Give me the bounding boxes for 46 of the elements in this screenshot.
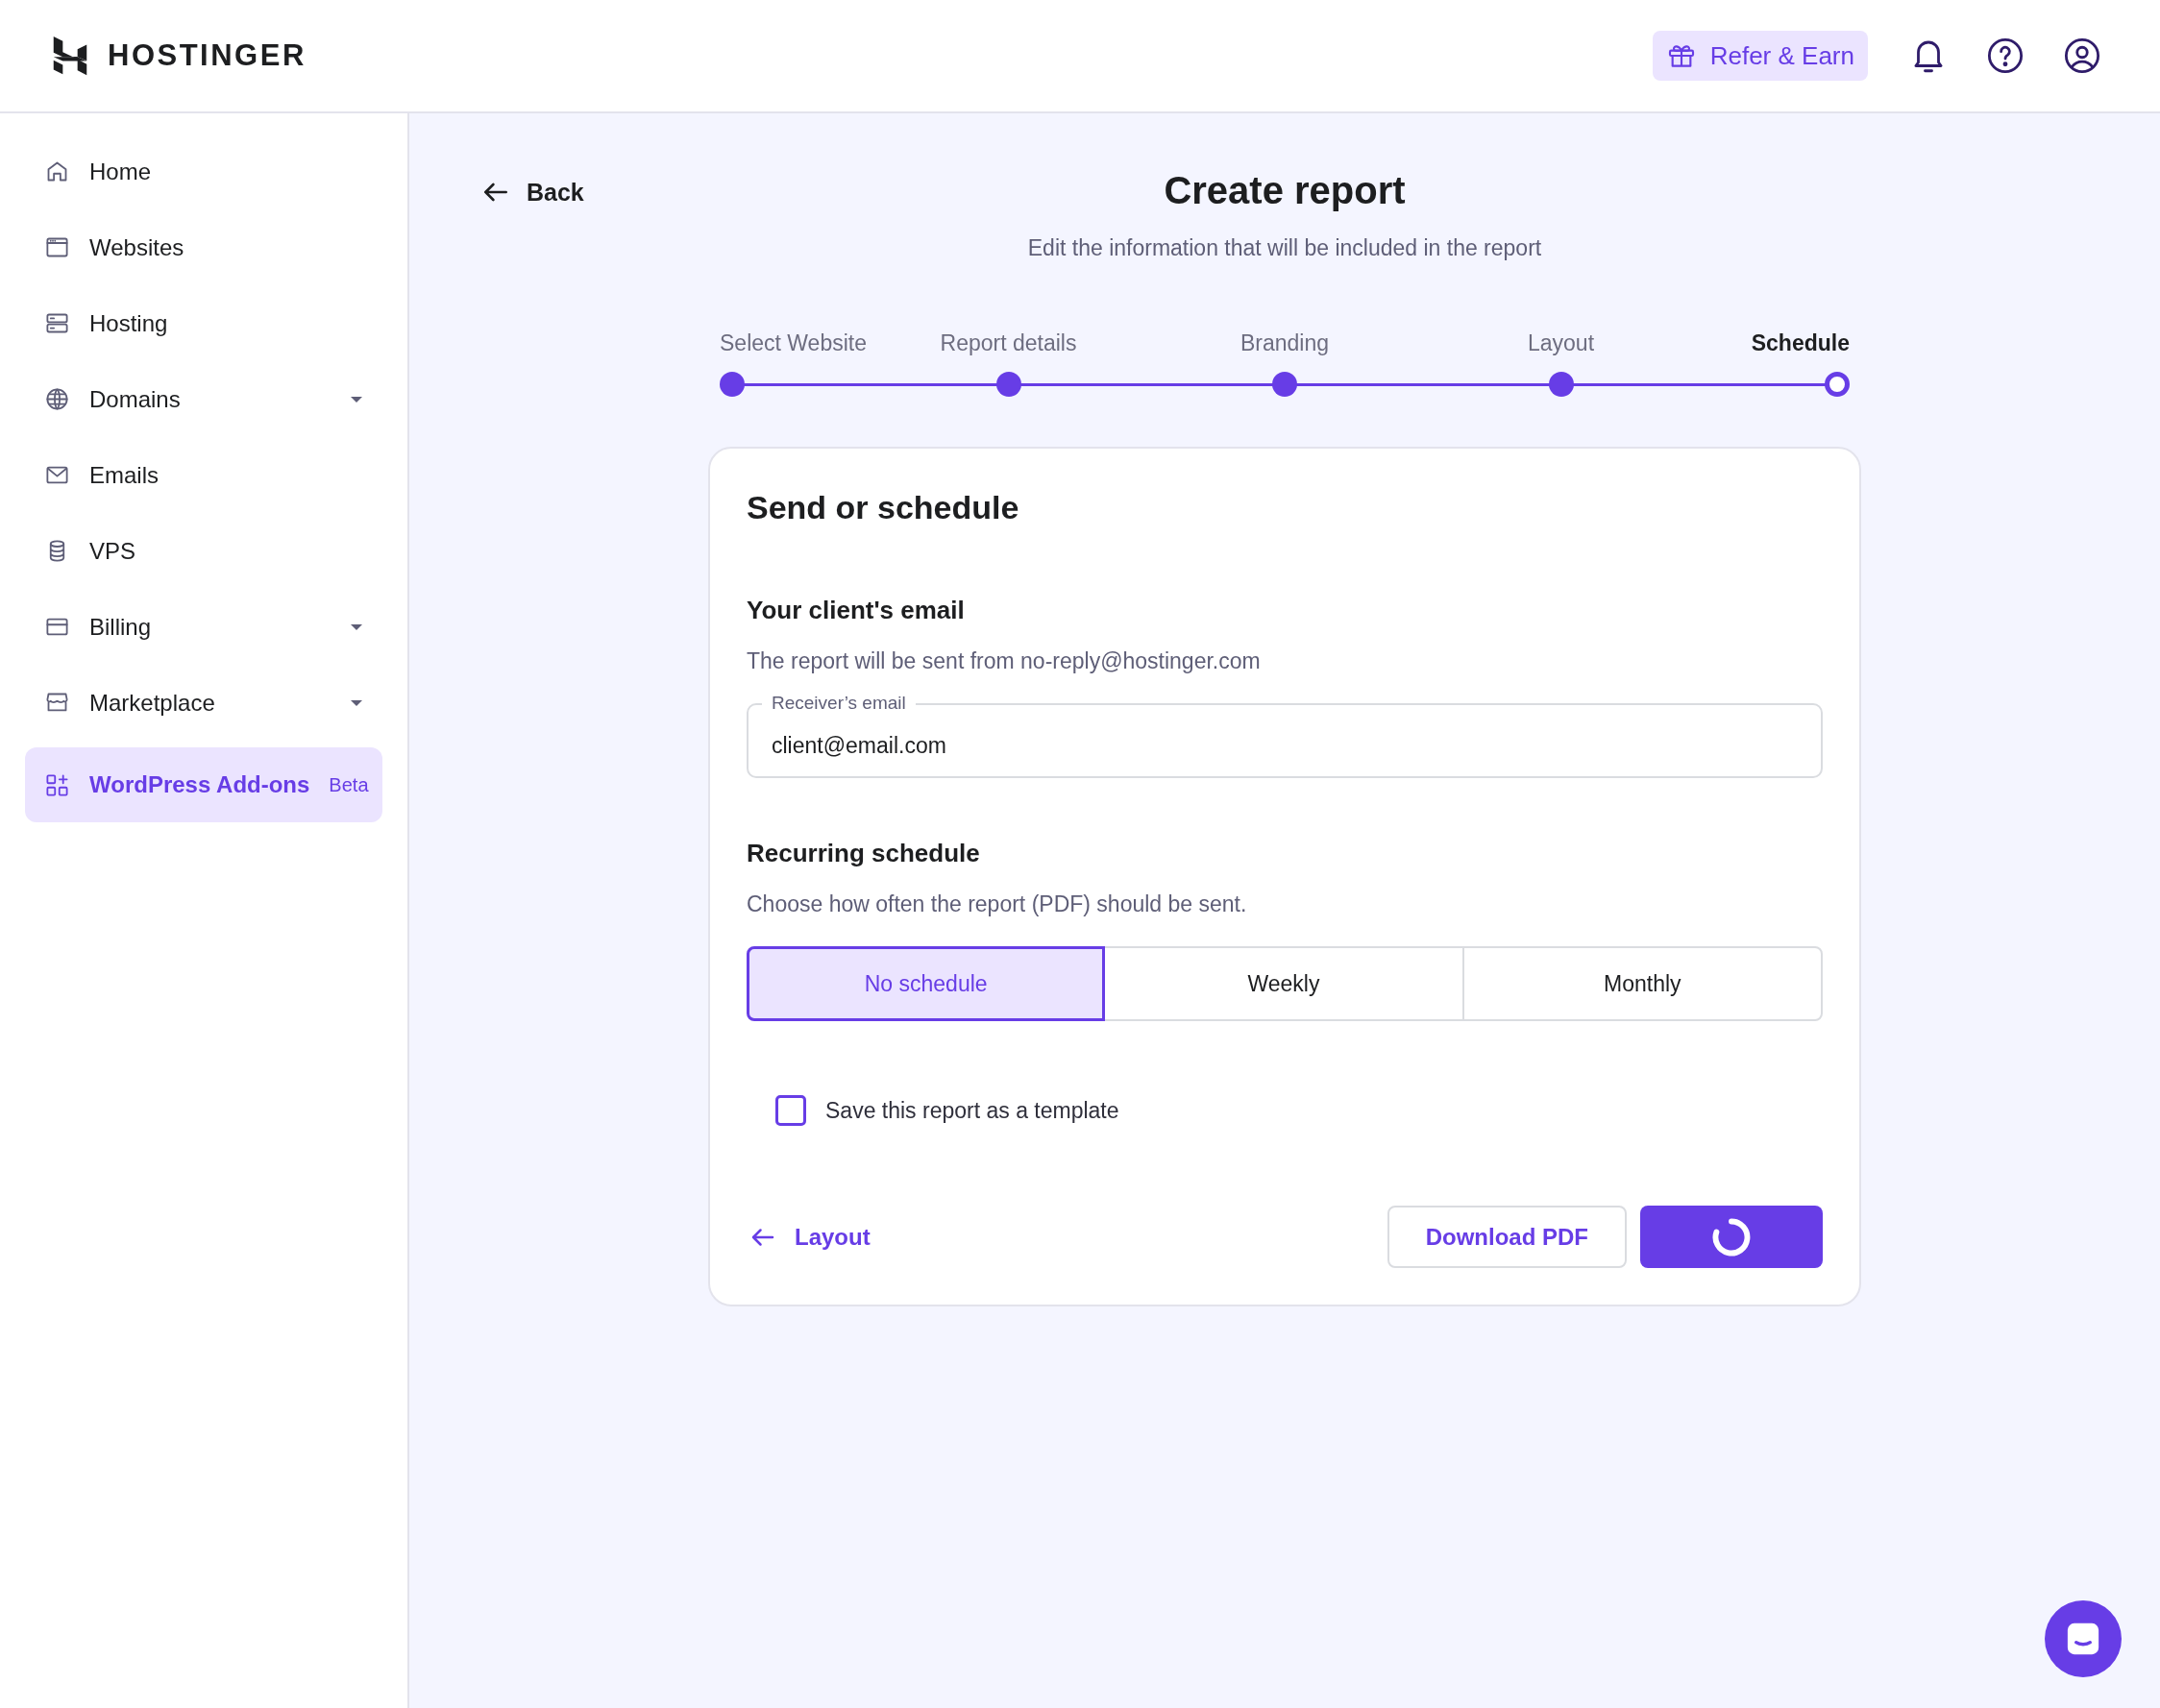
- sidebar-item[interactable]: Domains: [25, 368, 382, 430]
- beta-label: Beta: [329, 773, 369, 796]
- sidebar-item-label: Hosting: [89, 309, 168, 336]
- sidebar-item[interactable]: Marketplace: [25, 671, 382, 734]
- sidebar-item[interactable]: Emails: [25, 444, 382, 506]
- sidebar-item-label: Domains: [89, 385, 181, 412]
- download-pdf-button[interactable]: Download PDF: [1387, 1206, 1627, 1268]
- sidebar-item-label: Websites: [89, 233, 184, 260]
- send-button[interactable]: [1640, 1206, 1823, 1268]
- step-label: Report details: [940, 330, 1077, 356]
- sidebar-item[interactable]: Billing: [25, 596, 382, 658]
- section-description: The report will be sent from no-reply@hostinger.com: [747, 648, 1262, 674]
- schedule-option[interactable]: No schedule: [747, 946, 1106, 1021]
- sidebar-item-label: Billing: [89, 613, 152, 640]
- user-account-icon[interactable]: [2062, 36, 2102, 76]
- refer-button[interactable]: Refer & Earn: [1652, 31, 1868, 81]
- section-heading: Your client's email: [747, 596, 966, 625]
- section-description: Choose how often the report (PDF) should be sent.: [747, 891, 1248, 917]
- card-title: Send or schedule: [747, 489, 1020, 526]
- sidebar-item-label: VPS: [89, 537, 136, 564]
- page-title: Create report: [1164, 169, 1406, 212]
- add-ons-grid-icon: [44, 771, 70, 798]
- previous-step-link[interactable]: Layout: [747, 1222, 871, 1252]
- checkbox-label: Save this report as a template: [825, 1097, 1119, 1124]
- back-button[interactable]: Back: [480, 177, 584, 207]
- section-heading: Recurring schedule: [747, 839, 981, 868]
- sidebar-item-label: Home: [89, 158, 152, 184]
- step-label: Branding: [1240, 330, 1330, 356]
- sidebar-item-label: Emails: [89, 461, 159, 488]
- schedule-option[interactable]: Weekly: [1103, 946, 1464, 1021]
- sidebar-item[interactable]: WordPress Add-ons Beta: [25, 747, 382, 822]
- step-label: Select Website: [720, 330, 867, 356]
- logo-text: HOSTINGER: [108, 38, 307, 73]
- sidebar-item-label: WordPress Add-ons: [89, 771, 310, 797]
- sidebar-item[interactable]: Home: [25, 140, 382, 203]
- help-icon[interactable]: [1985, 36, 2025, 76]
- sidebar-item-label: Marketplace: [89, 689, 215, 716]
- sidebar-item[interactable]: Websites: [25, 216, 382, 279]
- step-label: Layout: [1527, 330, 1595, 356]
- sidebar-item[interactable]: Hosting: [25, 292, 382, 354]
- step-label: Schedule: [1751, 330, 1850, 356]
- checkbox[interactable]: [775, 1095, 806, 1126]
- sidebar-item[interactable]: VPS: [25, 520, 382, 582]
- globe-icon: [44, 386, 70, 412]
- page-subtitle: Edit the information that will be included in the report: [1027, 235, 1542, 261]
- schedule-option[interactable]: Monthly: [1461, 946, 1823, 1021]
